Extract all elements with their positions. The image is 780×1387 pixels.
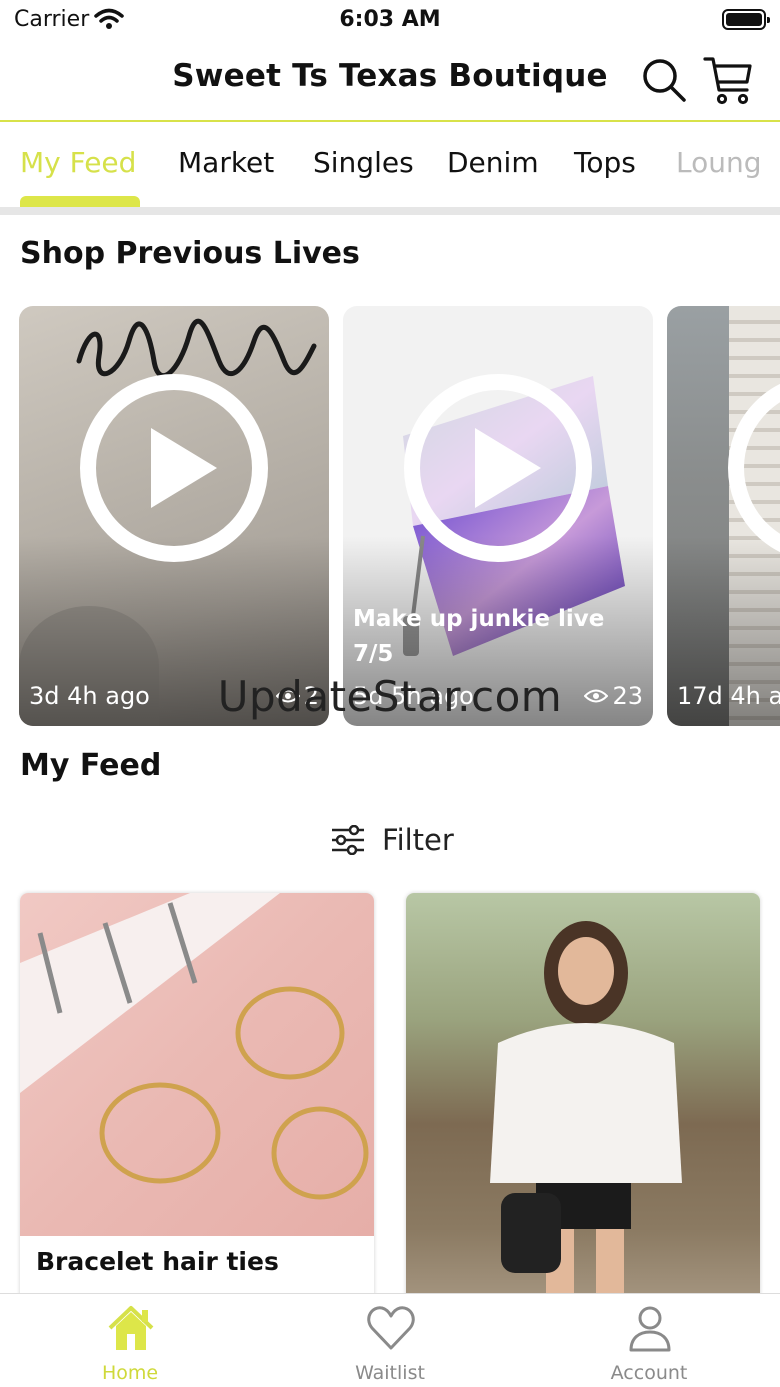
filter-button[interactable]: Filter bbox=[330, 818, 454, 862]
search-button[interactable] bbox=[640, 56, 688, 104]
search-icon bbox=[643, 59, 686, 102]
sliders-icon bbox=[332, 825, 364, 855]
product-image bbox=[406, 893, 760, 1313]
product-name: Bracelet hair ties bbox=[36, 1247, 279, 1276]
nav-home-label: Home bbox=[101, 1362, 159, 1384]
filter-label: Filter bbox=[382, 823, 454, 857]
cart-icon bbox=[703, 57, 752, 105]
tab-singles[interactable]: Singles bbox=[313, 146, 414, 179]
watermark: UpdateStar.com bbox=[217, 672, 563, 721]
heart-icon bbox=[367, 1306, 415, 1350]
tab-tops[interactable]: Tops bbox=[574, 146, 636, 179]
lives-section-title: Shop Previous Lives bbox=[20, 236, 360, 271]
feed-section-title: My Feed bbox=[20, 748, 162, 783]
live-card[interactable]: 17d 4h a bbox=[667, 306, 780, 726]
play-icon bbox=[151, 428, 217, 508]
tab-denim[interactable]: Denim bbox=[447, 146, 539, 179]
product-card[interactable]: Bracelet hair ties bbox=[20, 893, 374, 1313]
tab-lounge[interactable]: Loung bbox=[676, 146, 762, 179]
product-image bbox=[20, 893, 374, 1236]
nav-waitlist[interactable]: Waitlist bbox=[290, 1294, 490, 1387]
live-title: Make up junkie live 7/5 bbox=[353, 606, 605, 667]
cart-button[interactable] bbox=[702, 54, 756, 106]
play-icon bbox=[475, 428, 541, 508]
app-header: Sweet Ts Texas Boutique bbox=[0, 40, 780, 122]
nav-account[interactable]: Account bbox=[549, 1294, 749, 1387]
status-bar: Carrier 6:03 AM bbox=[0, 0, 780, 40]
nav-home[interactable]: Home bbox=[30, 1294, 230, 1387]
clock: 6:03 AM bbox=[339, 7, 441, 32]
nav-waitlist-label: Waitlist bbox=[355, 1362, 425, 1384]
person-icon bbox=[629, 1306, 671, 1352]
home-icon bbox=[108, 1306, 154, 1350]
live-card[interactable]: Make up junkie live 7/5 5d 5h ago 23 bbox=[343, 306, 653, 726]
nav-account-label: Account bbox=[610, 1362, 688, 1384]
tab-my-feed[interactable]: My Feed bbox=[20, 146, 136, 179]
divider bbox=[0, 207, 780, 215]
bottom-nav: Home Waitlist Account bbox=[0, 1293, 780, 1387]
tab-market[interactable]: Market bbox=[178, 146, 274, 179]
live-card[interactable]: 3d 4h ago 2 bbox=[19, 306, 329, 726]
category-tabs: My Feed Market Singles Denim Tops Loung bbox=[0, 124, 780, 210]
lives-carousel: 3d 4h ago 2 Make up junkie live 7/5 5d 5… bbox=[0, 306, 780, 728]
battery-icon bbox=[722, 9, 770, 30]
product-card[interactable] bbox=[406, 893, 760, 1313]
